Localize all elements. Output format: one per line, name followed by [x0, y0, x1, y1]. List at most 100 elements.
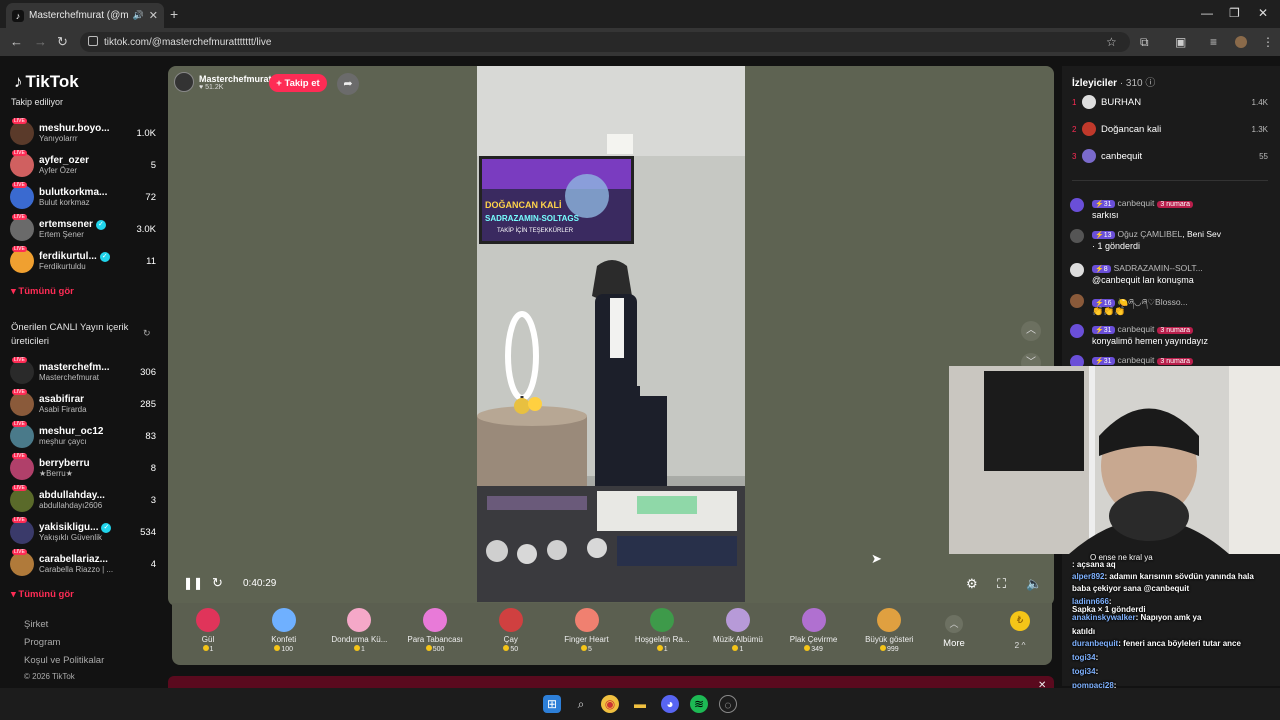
- reload-icon[interactable]: ↻: [57, 34, 68, 50]
- tiktok-logo[interactable]: ♪ TikTok: [14, 72, 79, 92]
- forward-icon[interactable]: →: [34, 34, 47, 49]
- chat-username[interactable]: canbequit: [1118, 198, 1155, 208]
- pause-icon[interactable]: ❚❚: [183, 576, 203, 590]
- chrome-icon[interactable]: ◉: [601, 695, 619, 713]
- sidebar-account-recommended[interactable]: LIVE yakisikligu... ✓ Yakışıklı Güvenlik 534: [10, 517, 156, 546]
- chat-username[interactable]: SADRAZAMIN--SOLT...: [1114, 263, 1203, 273]
- sidebar-account-recommended[interactable]: LIVE berryberru ★Berru★ 8: [10, 453, 156, 482]
- more-gifts-button[interactable]: ︿ More: [937, 615, 971, 649]
- search-icon[interactable]: ⌕: [572, 695, 590, 713]
- sidebar-account-recommended[interactable]: LIVE abdullahday... abdullahdayı2606 3: [10, 485, 156, 514]
- browser-menu-icon[interactable]: ⋮: [1262, 35, 1274, 49]
- gift-item[interactable]: Plak Çevirme 349: [777, 608, 851, 653]
- gift-item[interactable]: Gül 1: [171, 608, 245, 653]
- sidebar-account-recommended[interactable]: LIVE asabifirar Asabi Firarda 285: [10, 389, 156, 418]
- avatar[interactable]: [1070, 198, 1084, 212]
- spotify-icon[interactable]: ≋: [690, 695, 708, 713]
- app-icon[interactable]: ◌: [719, 695, 737, 713]
- sidebar-account-following[interactable]: LIVE meshur.boyo... Yanıyolarrr 1.0K: [10, 118, 156, 147]
- account-text: ertemsener ✓ Ertem Şener: [39, 219, 128, 239]
- refresh-recommended-icon[interactable]: ↻: [143, 328, 151, 339]
- settings-gear-icon[interactable]: ⚙: [966, 576, 978, 592]
- follow-button[interactable]: + Takip et: [269, 74, 327, 92]
- sidebar-account-following[interactable]: LIVE ferdikurtul... ✓ Ferdikurtuldu 11: [10, 246, 156, 275]
- avatar[interactable]: [1070, 294, 1084, 308]
- top-viewer-row[interactable]: 3 canbequit 55: [1072, 147, 1268, 165]
- chat-username[interactable]: Oğuz ÇAMLIBEL: [1118, 229, 1183, 239]
- level-badge: ⚡31: [1092, 326, 1115, 334]
- gift-price: 100: [247, 645, 321, 653]
- refresh-stream-icon[interactable]: ↻: [212, 575, 223, 591]
- extensions-icon[interactable]: ⧉: [1140, 35, 1149, 50]
- chat-username[interactable]: 🍋ཞ◡ཞ♡Blosso...: [1118, 297, 1188, 307]
- svg-text:TAKİP İÇİN TEŞEKKÜRLER: TAKİP İÇİN TEŞEKKÜRLER: [497, 227, 574, 234]
- sidebar-account-following[interactable]: LIVE ayfer_ozer Ayfer Özer 5: [10, 150, 156, 179]
- gift-item[interactable]: Büyük gösteri 999: [852, 608, 926, 653]
- see-all-following-link[interactable]: ▾ Tümünü gör: [11, 286, 74, 297]
- sidebar-account-following[interactable]: LIVE ertemsener ✓ Ertem Şener 3.0K: [10, 214, 156, 243]
- gift-price-value: 1: [209, 646, 214, 653]
- avatar[interactable]: [1070, 263, 1084, 277]
- reading-list-icon[interactable]: ≡: [1210, 35, 1217, 49]
- gift-item[interactable]: Çay 50: [474, 608, 548, 653]
- minimize-icon[interactable]: —: [1201, 6, 1213, 20]
- chat-username[interactable]: canbequit: [1118, 355, 1155, 365]
- new-tab-icon[interactable]: +: [170, 6, 178, 22]
- chat-username[interactable]: canbequit: [1118, 324, 1155, 334]
- streamer-avatar[interactable]: [174, 72, 194, 92]
- coin-icon: [879, 645, 886, 651]
- volume-icon[interactable]: 🔈: [1026, 576, 1042, 592]
- gift-price-value: 349: [811, 646, 823, 653]
- see-all-recommended-link[interactable]: ▾ Tümünü gör: [11, 589, 74, 600]
- avatar: LIVE: [10, 421, 34, 448]
- fullscreen-icon[interactable]: ⛶: [997, 576, 1006, 592]
- previous-live-icon[interactable]: ︿: [1021, 321, 1041, 341]
- discord-icon[interactable]: ◕: [661, 695, 679, 713]
- overlay-username: togi34: [1072, 653, 1096, 662]
- bookmark-star-icon[interactable]: ☆: [1106, 35, 1117, 49]
- browser-tab[interactable]: ♪ Masterchefmurat (@maste 🔊 ✕: [6, 3, 164, 28]
- gift-item[interactable]: Müzik Albümü 1: [701, 608, 775, 653]
- overlay-text: : açsana aq: [1072, 560, 1116, 569]
- profile-avatar[interactable]: [1235, 36, 1247, 48]
- top-viewer-row[interactable]: 1 BURHAN 1.4K: [1072, 93, 1268, 111]
- footer-program-link[interactable]: Program: [24, 637, 60, 648]
- info-icon[interactable]: ⓘ: [1145, 78, 1155, 89]
- live-badge: LIVE: [12, 389, 27, 395]
- avatar: [1082, 122, 1096, 136]
- footer-terms-link[interactable]: Koşul ve Politikalar: [24, 655, 104, 666]
- gift-item[interactable]: Konfeti 100: [247, 608, 321, 653]
- avatar[interactable]: [1070, 229, 1084, 243]
- file-explorer-icon[interactable]: ▬: [631, 695, 649, 713]
- overlay-chat-line: alper892: adamın karısının sövdün yanınd…: [1072, 572, 1254, 581]
- site-info-icon[interactable]: [88, 36, 98, 46]
- windows-start-icon[interactable]: ⊞: [543, 695, 561, 713]
- footer-company-link[interactable]: Şirket: [24, 619, 48, 630]
- viewer-score: 55: [1259, 151, 1268, 161]
- sidebar-account-recommended[interactable]: LIVE carabellariaz... Carabella Riazzo | .…: [10, 549, 156, 578]
- live-video[interactable]: DOĞANCAN KALİ SADRAZAMIN-SOLTAGS TAKİP İ…: [477, 66, 745, 602]
- back-icon[interactable]: ←: [10, 34, 23, 49]
- sidebar-account-recommended[interactable]: LIVE masterchefm... Masterchefmurat 306: [10, 357, 156, 386]
- url-input[interactable]: tiktok.com/@masterchefmurattttttt/live: [80, 32, 1130, 52]
- promo-banner[interactable]: [168, 676, 1054, 688]
- tab-close-icon[interactable]: ✕: [149, 9, 158, 22]
- coin-balance-button[interactable]: ₺ 2 ^: [1003, 608, 1037, 656]
- avatar[interactable]: [1070, 324, 1084, 338]
- chat-text: · 1 gönderdi: [1092, 241, 1141, 251]
- top-viewer-row[interactable]: 2 Doğancan kali 1.3K: [1072, 120, 1268, 138]
- tab-audio-icon[interactable]: 🔊: [133, 10, 144, 21]
- gift-item[interactable]: Finger Heart 5: [550, 608, 624, 653]
- gift-item[interactable]: Hoşgeldin Ra... 1: [625, 608, 699, 653]
- share-icon[interactable]: ➦: [337, 73, 359, 95]
- maximize-icon[interactable]: ❐: [1229, 6, 1240, 20]
- sidebar-account-following[interactable]: LIVE bulutkorkma... Bulut korkmaz 72: [10, 182, 156, 211]
- gift-item[interactable]: Dondurma Kü... 1: [322, 608, 396, 653]
- viewers-count: · 310: [1119, 78, 1143, 89]
- account-text: bulutkorkma... Bulut korkmaz: [39, 187, 128, 207]
- window-close-icon[interactable]: ✕: [1258, 6, 1268, 20]
- sidebar-account-recommended[interactable]: LIVE meshur_oc12 meşhur çaycı 83: [10, 421, 156, 450]
- gift-item[interactable]: Para Tabancası 500: [398, 608, 472, 653]
- streamer-info[interactable]: Masterchefmurat ♥ 51.2K: [174, 72, 272, 92]
- cast-icon[interactable]: ▣: [1175, 35, 1186, 49]
